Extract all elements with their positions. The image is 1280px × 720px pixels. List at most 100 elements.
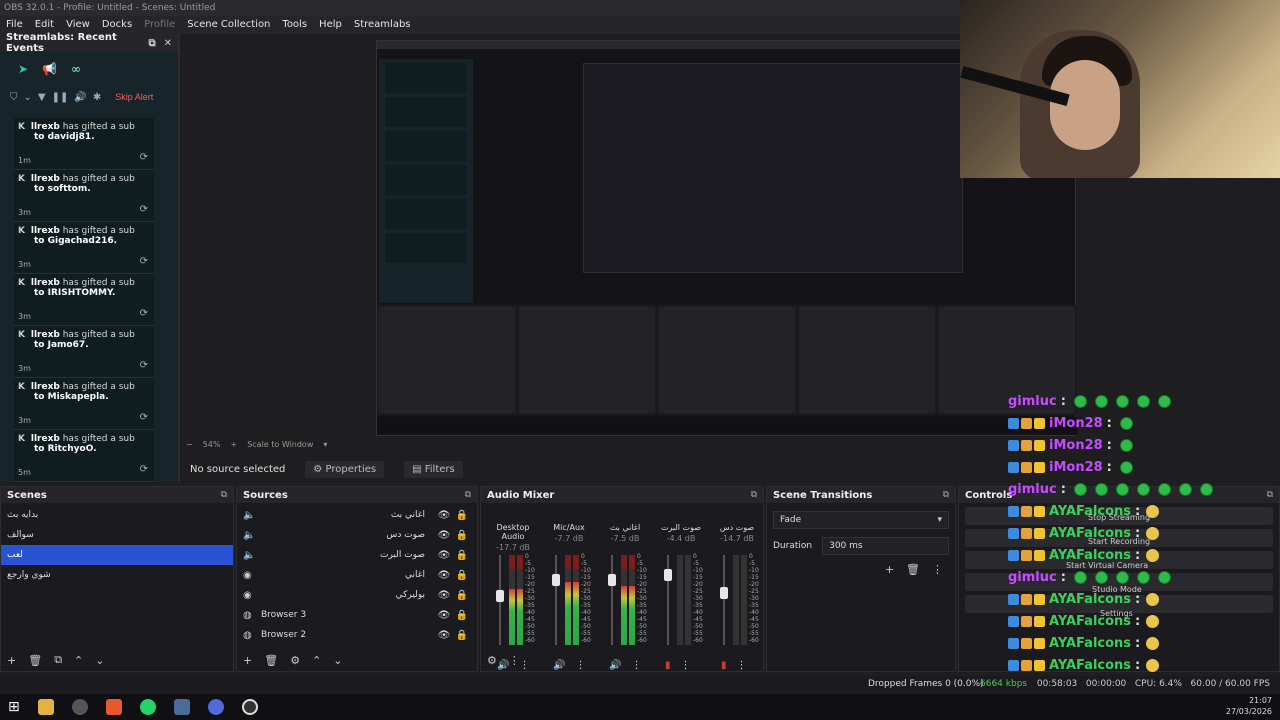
file-explorer-icon[interactable] xyxy=(37,699,54,715)
source-item[interactable]: ◍ Browser 3 👁 🔒 xyxy=(237,605,477,625)
volume-slider[interactable] xyxy=(723,555,725,645)
more-icon[interactable]: ⋮ xyxy=(509,654,520,667)
volume-slider-knob[interactable] xyxy=(608,574,616,587)
properties-button[interactable]: ⚙ Properties xyxy=(305,460,385,478)
add-icon[interactable]: + xyxy=(243,654,252,667)
scene-item[interactable]: لعب xyxy=(1,545,233,565)
lock-icon[interactable]: 🔒 xyxy=(453,610,471,621)
volume-slider[interactable] xyxy=(611,555,613,645)
meter-scale-tick: -60 xyxy=(581,637,591,644)
replay-icon[interactable]: ⟳ xyxy=(140,308,148,319)
float-icon[interactable]: ⧉ xyxy=(943,490,949,500)
trash-icon[interactable]: 🗑 xyxy=(28,654,42,667)
lock-icon[interactable]: 🔒 xyxy=(453,630,471,641)
settings-icon[interactable]: ⚙ xyxy=(487,654,497,667)
app-icon[interactable] xyxy=(71,699,88,715)
chevron-down-icon[interactable]: ⌄ xyxy=(24,92,32,103)
volume-slider[interactable] xyxy=(555,555,557,645)
volume-slider-knob[interactable] xyxy=(720,586,728,599)
replay-icon[interactable]: ⟳ xyxy=(140,256,148,267)
meter-scale: 0 -5 -10 -15 -20 -25 -30 -35 -40 -45 -50 -55 -60 xyxy=(749,553,759,644)
chevron-down-icon[interactable]: ⌄ xyxy=(333,654,342,667)
scene-item[interactable]: شوي وارجع xyxy=(1,565,233,585)
float-icon[interactable]: ⧉ xyxy=(221,490,227,500)
chat-username: gimluc xyxy=(1008,569,1057,585)
event-recipient: to RitchyoO. xyxy=(34,444,97,454)
menu-scene-collection[interactable]: Scene Collection xyxy=(181,16,276,34)
chrome-icon[interactable] xyxy=(207,699,224,715)
zoom-in-icon[interactable]: + xyxy=(230,440,237,449)
eye-icon[interactable]: 👁 xyxy=(435,570,453,581)
trash-icon[interactable]: 🗑 xyxy=(264,654,278,667)
chevron-down-icon[interactable]: ⌄ xyxy=(95,654,104,667)
eye-icon[interactable]: 👁 xyxy=(435,530,453,541)
lock-icon[interactable]: 🔒 xyxy=(453,570,471,581)
link-icon[interactable]: ∞ xyxy=(71,62,81,76)
stop-streaming-label: Stop Streaming xyxy=(1088,513,1151,522)
source-item[interactable]: 🔈 صوت دس 👁 🔒 xyxy=(237,525,477,545)
replay-icon[interactable]: ⟳ xyxy=(140,204,148,215)
volume-slider-knob[interactable] xyxy=(496,589,504,602)
send-icon[interactable]: ➤ xyxy=(18,62,28,76)
transition-select[interactable]: Fade xyxy=(773,511,949,529)
skip-alert-button[interactable]: Skip Alert xyxy=(111,91,157,103)
close-icon[interactable]: ✕ xyxy=(164,38,172,49)
zoom-out-icon[interactable]: − xyxy=(186,440,193,449)
brave-browser-icon[interactable] xyxy=(105,699,122,715)
scene-item[interactable]: سوالف xyxy=(1,525,233,545)
source-item[interactable]: ◉ اغاني 👁 🔒 xyxy=(237,565,477,585)
source-item[interactable]: ◉ بوليركي 👁 🔒 xyxy=(237,585,477,605)
scale-select[interactable]: Scale to Window xyxy=(247,440,313,449)
source-item[interactable]: 🔈 صوت البرت 👁 🔒 xyxy=(237,545,477,565)
replay-icon[interactable]: ⟳ xyxy=(140,464,148,475)
chat-badges xyxy=(1008,593,1045,605)
filters-label: Filters xyxy=(424,463,455,475)
scene-item[interactable]: بدايه بث xyxy=(1,505,233,525)
replay-icon[interactable]: ⟳ xyxy=(140,152,148,163)
source-item[interactable]: 🔈 اغاني بث 👁 🔒 xyxy=(237,505,477,525)
eye-icon[interactable]: 👁 xyxy=(435,630,453,641)
float-icon[interactable]: ⧉ xyxy=(751,490,757,500)
volume-slider-knob[interactable] xyxy=(664,568,672,581)
source-item[interactable]: ◍ Browser 2 👁 🔒 xyxy=(237,625,477,645)
menu-tools[interactable]: Tools xyxy=(276,16,313,34)
replay-icon[interactable]: ⟳ xyxy=(140,360,148,371)
add-icon[interactable]: + xyxy=(7,654,16,667)
settings-icon[interactable]: ⚙ xyxy=(290,654,300,667)
lock-icon[interactable]: 🔒 xyxy=(453,550,471,561)
eye-icon[interactable]: 👁 xyxy=(435,590,453,601)
chevron-up-icon[interactable]: ⌃ xyxy=(312,654,321,667)
emote-icon xyxy=(1146,614,1160,628)
shield-icon[interactable]: ⛉ xyxy=(10,92,18,103)
trash-icon[interactable]: 🗑 xyxy=(906,563,920,576)
float-icon[interactable]: ⧉ xyxy=(148,38,155,49)
whatsapp-icon[interactable] xyxy=(139,699,156,715)
eye-icon[interactable]: 👁 xyxy=(435,610,453,621)
no-source-label: No source selected xyxy=(190,463,286,475)
volume-icon[interactable]: 🔊 xyxy=(74,92,86,103)
app-icon[interactable] xyxy=(173,699,190,715)
settings-icon[interactable]: ✱ xyxy=(93,92,101,103)
menu-streamlabs[interactable]: Streamlabs xyxy=(348,16,417,34)
eye-icon[interactable]: 👁 xyxy=(435,550,453,561)
chevron-down-icon[interactable]: ▾ xyxy=(323,440,327,449)
volume-slider-knob[interactable] xyxy=(552,574,560,587)
more-icon[interactable]: ⋮ xyxy=(932,563,943,576)
obs-icon[interactable] xyxy=(241,699,258,715)
pause-icon[interactable]: ❚❚ xyxy=(52,92,69,103)
chevron-up-icon[interactable]: ⌃ xyxy=(74,654,83,667)
filter-icon[interactable]: ▼ xyxy=(38,92,46,103)
menu-help[interactable]: Help xyxy=(313,16,348,34)
filter-icon[interactable]: ⧉ xyxy=(54,653,62,667)
lock-icon[interactable]: 🔒 xyxy=(453,590,471,601)
megaphone-icon[interactable]: 📢 xyxy=(42,62,57,76)
lock-icon[interactable]: 🔒 xyxy=(453,530,471,541)
eye-icon[interactable]: 👁 xyxy=(435,510,453,521)
filters-button[interactable]: ▤ Filters xyxy=(404,460,463,478)
add-icon[interactable]: + xyxy=(885,563,894,576)
replay-icon[interactable]: ⟳ xyxy=(140,412,148,423)
float-icon[interactable]: ⧉ xyxy=(465,490,471,500)
windows-start-icon[interactable]: ⊞ xyxy=(8,699,20,715)
duration-input[interactable]: 300 ms xyxy=(822,537,949,555)
lock-icon[interactable]: 🔒 xyxy=(453,510,471,521)
